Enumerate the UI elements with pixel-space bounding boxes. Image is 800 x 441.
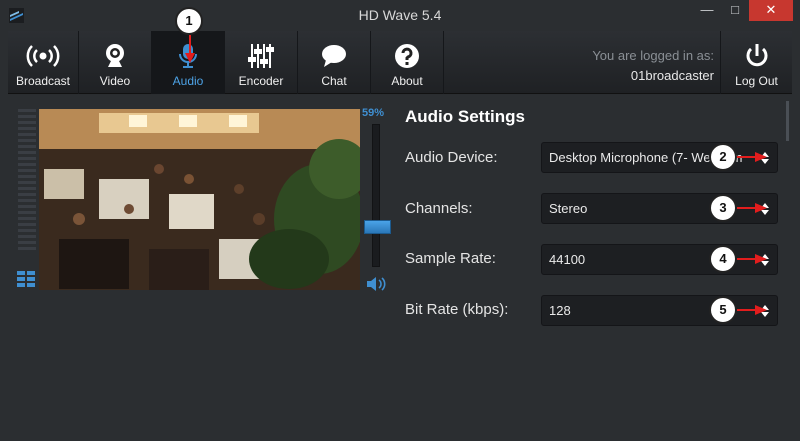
tab-about[interactable]: About [371,31,444,94]
tab-encoder-label: Encoder [238,74,284,88]
volume-percent: 59% [362,107,385,119]
scrollbar-thumb[interactable] [786,101,789,141]
logged-in-username: 01broadcaster [630,68,714,83]
callout-arrow-2 [737,152,767,162]
broadcast-icon [8,43,78,69]
webcam-icon [79,43,151,69]
tab-audio-label: Audio [172,74,204,88]
chat-bubble-icon [298,43,370,69]
logout-label: Log Out [735,74,778,88]
callout-arrow-1 [185,35,195,63]
sample-rate-label: Sample Rate: [405,250,496,267]
power-icon [721,43,792,69]
maximize-button[interactable]: □ [721,0,749,21]
question-icon [371,43,443,69]
callout-3: 3 [709,194,737,222]
channels-value: Stereo [549,201,588,216]
volume-slider-track[interactable] [372,124,380,267]
callout-arrow-3 [737,203,767,213]
bit-rate-value: 128 [549,303,571,318]
meter-toggle-icon[interactable] [17,271,35,287]
vertical-scrollbar[interactable] [783,95,792,433]
audio-level-meter [18,109,36,269]
tab-video-label: Video [99,74,131,88]
speaker-icon[interactable] [366,276,388,292]
sliders-icon [225,43,297,69]
tab-chat[interactable]: Chat [298,31,371,94]
callout-arrow-4 [737,254,767,264]
volume-slider-thumb[interactable] [364,220,391,234]
channels-label: Channels: [405,200,473,217]
tab-broadcast-label: Broadcast [15,74,71,88]
minimize-button[interactable]: — [693,0,721,21]
title-bar: HD Wave 5.4 — □ ✕ [0,0,800,31]
callout-5: 5 [709,296,737,324]
callout-1: 1 [175,7,203,35]
window-border-bottom [0,433,800,441]
bit-rate-label: Bit Rate (kbps): [405,301,509,318]
video-preview [39,109,360,290]
callout-2: 2 [709,143,737,171]
tab-encoder[interactable]: Encoder [225,31,298,94]
tab-broadcast[interactable]: Broadcast [8,31,79,94]
tab-chat-label: Chat [321,74,347,88]
window-border-left [0,31,8,441]
tab-about-label: About [391,74,423,88]
logout-button[interactable]: Log Out [720,31,792,94]
audio-device-label: Audio Device: [405,149,498,166]
window-title: HD Wave 5.4 [358,7,442,23]
settings-title: Audio Settings [405,107,525,126]
window-border-right [792,31,800,441]
login-status-text: You are logged in as: [592,48,714,63]
sample-rate-value: 44100 [549,252,586,267]
callout-arrow-5 [737,305,767,315]
tab-video[interactable]: Video [79,31,152,94]
callout-4: 4 [709,245,737,273]
close-button[interactable]: ✕ [749,0,793,21]
